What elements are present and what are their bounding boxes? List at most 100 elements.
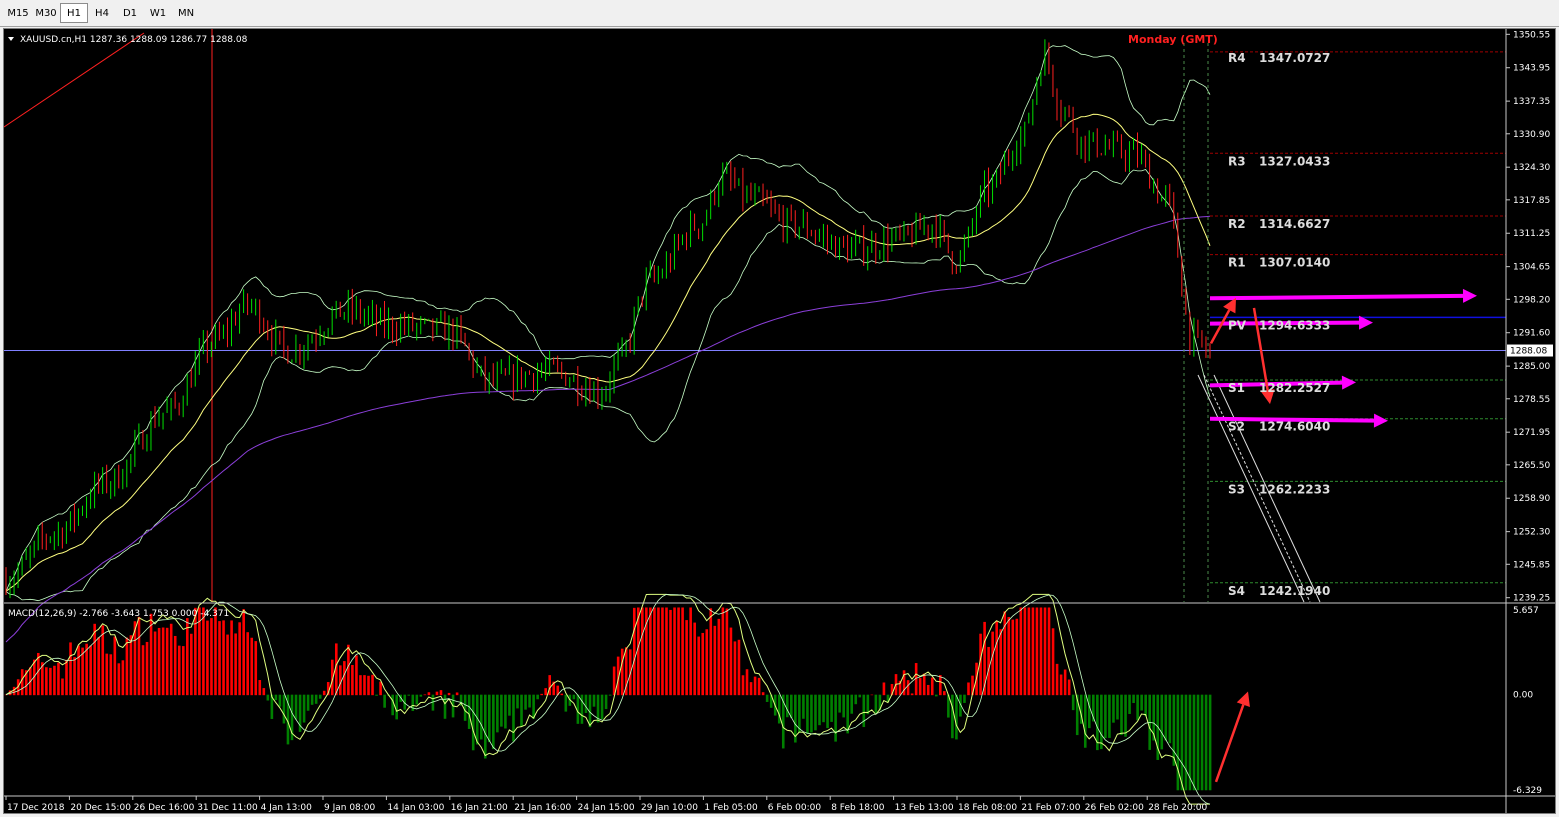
histogram-bar: [496, 694, 499, 733]
histogram-bar: [995, 620, 998, 696]
histogram-bar: [391, 694, 394, 716]
histogram-bar: [137, 616, 141, 696]
chart-menu-icon: [8, 37, 14, 41]
histogram-bar: [93, 623, 96, 696]
histogram-bar: [479, 694, 483, 740]
histogram-bar: [721, 607, 725, 696]
price-axis-label: 1278.55: [1513, 395, 1550, 405]
pivot-name-pv: PV: [1228, 318, 1247, 332]
histogram-bar: [254, 641, 258, 696]
histogram-bar: [564, 694, 568, 712]
timeframe-mn-button[interactable]: MN: [172, 3, 200, 23]
histogram-bar: [934, 694, 938, 697]
histogram-bar: [238, 622, 241, 696]
histogram-bar: [49, 667, 52, 696]
price-chart[interactable]: 1350.55 1343.95 1337.35 1330.90 1324.30 1317.…: [3, 29, 1555, 813]
timeframe-m30-button[interactable]: M30: [32, 3, 60, 23]
histogram-bar: [347, 644, 350, 696]
histogram-bar: [951, 694, 954, 739]
chart-window[interactable]: 1350.55 1343.95 1337.35 1330.90 1324.30 1317.…: [3, 28, 1556, 814]
timeframe-d1-button[interactable]: D1: [116, 3, 144, 23]
histogram-bar: [628, 649, 632, 696]
timeframe-h1-button[interactable]: H1: [60, 3, 88, 23]
price-axis-label: 1258.90: [1513, 494, 1550, 504]
pivot-value-pv: 1294.6333: [1259, 318, 1330, 332]
main-plot-area[interactable]: [3, 29, 1506, 643]
histogram-bar: [608, 694, 612, 696]
time-axis-label: 8 Feb 18:00: [831, 803, 885, 813]
histogram-bar: [314, 694, 318, 704]
histogram-bar: [483, 694, 487, 759]
histogram-bar: [222, 620, 225, 696]
histogram-bar: [939, 675, 942, 696]
histogram-bar: [165, 627, 169, 696]
histogram-bar: [61, 678, 64, 696]
histogram-bar: [214, 607, 217, 696]
pivot-name-r2: R2: [1228, 217, 1246, 231]
pivot-value-r3: 1327.0433: [1259, 154, 1330, 168]
histogram-bar: [77, 645, 80, 696]
macd-axis-label: 0.00: [1513, 691, 1533, 701]
histogram-bar: [1043, 607, 1047, 696]
histogram-bar: [97, 637, 101, 696]
time-axis-label: 26 Dec 16:00: [134, 803, 195, 813]
histogram-bar: [1059, 674, 1063, 696]
histogram-bar: [580, 694, 584, 724]
arrow-shaft: [1214, 704, 1245, 783]
histogram-bar: [693, 622, 696, 696]
histogram-bar: [882, 682, 886, 696]
arrow-head: [1373, 413, 1388, 428]
time-axis-label: 1 Feb 05:00: [704, 803, 758, 813]
time-axis-label: 21 Feb 07:00: [1021, 803, 1080, 813]
histogram-bar: [294, 694, 298, 720]
histogram-bar: [874, 694, 878, 713]
time-axis-label: 31 Dec 11:00: [197, 803, 258, 813]
histogram-bar: [318, 694, 322, 699]
histogram-bar: [701, 632, 705, 696]
histogram-bar: [661, 607, 664, 696]
timeframe-button-group: M15 M30 H1 H4 D1 W1 MN: [4, 3, 200, 23]
histogram-bar: [157, 627, 161, 696]
pivot-value-s3: 1262.2233: [1259, 482, 1330, 496]
histogram-bar: [709, 608, 713, 696]
histogram-bar: [910, 693, 914, 696]
macd-axis-label: 5.657: [1513, 606, 1539, 616]
histogram-bar: [206, 620, 209, 696]
histogram-bar: [685, 620, 688, 696]
histogram-bar: [419, 694, 423, 697]
slow-moving-average: [5, 215, 1211, 643]
histogram-bar: [508, 694, 511, 716]
histogram-bar: [516, 694, 519, 709]
histogram-bar: [943, 691, 946, 696]
histogram-bar: [1007, 616, 1011, 696]
timeframe-m15-button[interactable]: M15: [4, 3, 32, 23]
histogram-bar: [641, 607, 644, 696]
bollinger-lower-band: [5, 169, 1211, 602]
histogram-bar: [524, 694, 527, 710]
histogram-bar: [918, 678, 922, 696]
pivot-value-s2: 1274.6040: [1259, 420, 1330, 434]
histogram-bar: [250, 637, 254, 696]
time-axis-label: 16 Jan 21:00: [451, 803, 508, 813]
histogram-bar: [113, 636, 117, 696]
histogram-bar: [246, 632, 250, 696]
histogram-bar: [520, 694, 523, 727]
timeframe-h4-button[interactable]: H4: [88, 3, 116, 23]
histogram-bar: [540, 693, 543, 696]
time-axis-label: 26 Feb 02:00: [1085, 803, 1144, 813]
price-axis-label: 1252.30: [1513, 528, 1550, 538]
histogram-bar: [355, 655, 358, 696]
macd-plot-area[interactable]: [4, 593, 1250, 805]
timeframe-w1-button[interactable]: W1: [144, 3, 172, 23]
time-axis-label: 21 Jan 16:00: [514, 803, 571, 813]
price-axis-label: 1317.85: [1513, 196, 1550, 206]
price-axis-label: 1271.95: [1513, 428, 1550, 438]
histogram-bar: [536, 694, 539, 700]
histogram-bar: [1132, 694, 1135, 704]
histogram-bar: [922, 673, 926, 696]
histogram-bar: [1011, 619, 1015, 696]
histogram-bar: [528, 694, 531, 708]
histogram-bar: [930, 677, 934, 696]
histogram-bar: [733, 641, 737, 696]
histogram-bar: [926, 684, 930, 696]
